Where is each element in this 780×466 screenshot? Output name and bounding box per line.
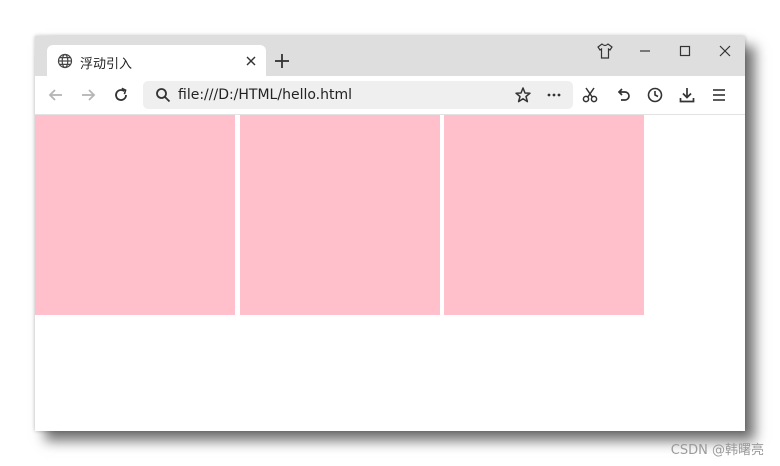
search-icon xyxy=(155,87,171,103)
star-icon[interactable] xyxy=(514,86,532,104)
reload-icon[interactable] xyxy=(112,86,130,104)
floated-box-1 xyxy=(35,115,235,315)
watermark: CSDN @韩曙亮 xyxy=(670,443,764,458)
navigation-toolbar: file:///D:/HTML/hello.html xyxy=(35,76,745,115)
minimize-icon[interactable] xyxy=(636,42,654,60)
menu-icon[interactable] xyxy=(710,86,728,104)
globe-icon xyxy=(57,53,73,69)
browser-tab[interactable]: 浮动引入 xyxy=(47,45,266,76)
forward-icon[interactable] xyxy=(79,86,97,104)
floated-box-3 xyxy=(444,115,644,315)
title-bar: 浮动引入 xyxy=(35,36,745,76)
maximize-icon[interactable] xyxy=(676,42,694,60)
download-icon[interactable] xyxy=(678,86,696,104)
browser-window: 浮动引入 file:///D:/HTML/hello.html xyxy=(35,36,745,431)
undo-icon[interactable] xyxy=(614,86,632,104)
tab-title: 浮动引入 xyxy=(80,57,133,72)
more-icon[interactable] xyxy=(545,86,563,104)
page-viewport xyxy=(35,115,745,431)
history-icon[interactable] xyxy=(646,86,664,104)
skin-icon[interactable] xyxy=(596,42,614,60)
back-icon[interactable] xyxy=(47,86,65,104)
new-tab-icon[interactable] xyxy=(273,52,291,70)
address-bar[interactable]: file:///D:/HTML/hello.html xyxy=(143,81,573,109)
tab-close-icon[interactable] xyxy=(244,54,258,68)
floated-box-2 xyxy=(240,115,440,315)
close-icon[interactable] xyxy=(716,42,734,60)
address-text[interactable]: file:///D:/HTML/hello.html xyxy=(178,87,352,103)
scissors-icon[interactable] xyxy=(581,86,599,104)
